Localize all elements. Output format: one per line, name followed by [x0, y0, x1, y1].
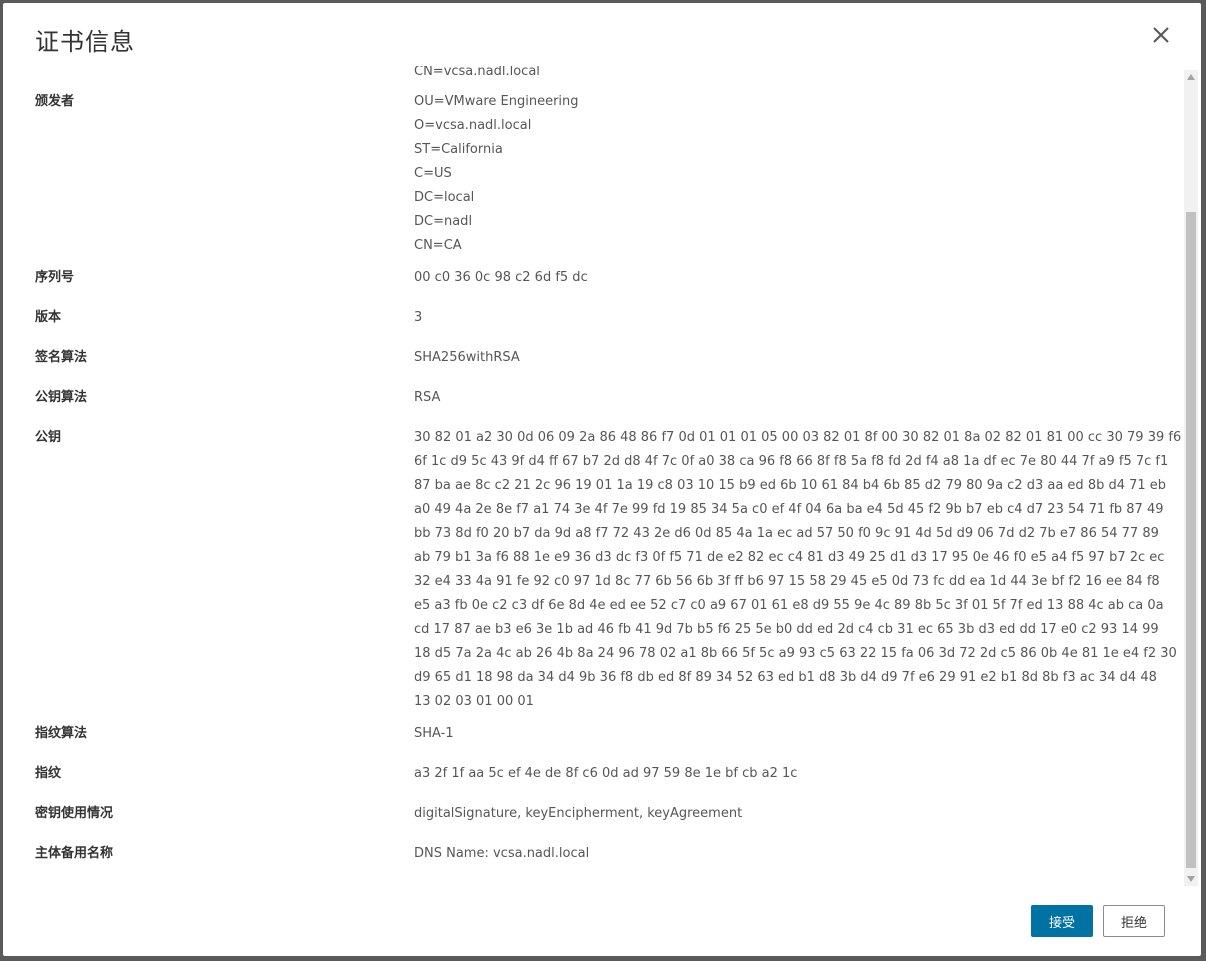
public-key-algorithm-value: RSA [414, 390, 441, 405]
certificate-details[interactable]: CN=vcsa.nadl.local 颁发者 OU=VMware Enginee… [3, 66, 1185, 888]
public-key-line: 18 d5 7a 2a 4c ab 26 4b 8a 24 96 78 02 a… [414, 646, 1177, 661]
issuer-line: ST=California [414, 142, 503, 157]
key-usage-value: digitalSignature, keyEncipherment, keyAg… [414, 806, 743, 821]
dialog-title: 证书信息 [35, 28, 135, 56]
accept-button[interactable]: 接受 [1031, 905, 1093, 937]
public-key-line: cd 17 87 ae b3 e6 3e 1b ad 46 fb 41 9d 7… [414, 622, 1159, 637]
public-key-line: d9 65 d1 18 98 da 34 d4 9b 36 f8 db ed 8… [414, 670, 1157, 685]
issuer-line: DC=local [414, 190, 475, 205]
triangle-up-icon [1187, 74, 1195, 80]
scroll-thumb[interactable] [1186, 212, 1196, 868]
issuer-label: 颁发者 [35, 94, 75, 109]
public-key-line: ab 79 b1 3a f6 88 1e e9 36 d3 dc f3 0f f… [414, 550, 1165, 565]
thumbprint-label: 指纹 [35, 766, 62, 781]
public-key-line: 30 82 01 a2 30 0d 06 09 2a 86 48 86 f7 0… [414, 430, 1182, 445]
public-key-line: 87 ba ae 8c c2 21 2c 96 19 01 1a 19 c8 0… [414, 478, 1167, 493]
public-key-line: 6f 1c d9 5c 43 9f d4 ff 67 b7 2d d8 4f 7… [414, 454, 1169, 469]
issuer-line: OU=VMware Engineering [414, 94, 579, 109]
thumbprint-algorithm-value: SHA-1 [414, 726, 454, 741]
certificate-dialog: 证书信息 CN=vcsa.nadl.local 颁发者 OU=VMware En… [3, 3, 1201, 956]
scroll-down-arrow[interactable] [1184, 872, 1198, 886]
key-usage-label: 密钥使用情况 [35, 806, 114, 821]
close-icon [1153, 27, 1169, 43]
reject-button[interactable]: 拒绝 [1103, 905, 1165, 937]
public-key-line: a0 49 4a 2e 8e f7 a1 74 3e 4f 7e 99 fd 1… [414, 502, 1164, 517]
signature-algorithm-value: SHA256withRSA [414, 350, 520, 365]
signature-algorithm-label: 签名算法 [35, 350, 88, 365]
public-key-line: 13 02 03 01 00 01 [414, 694, 534, 709]
public-key-label: 公钥 [35, 430, 62, 445]
issuer-line: DC=nadl [414, 214, 473, 229]
close-button[interactable] [1149, 23, 1173, 47]
scroll-up-arrow[interactable] [1184, 70, 1198, 84]
issuer-value: OU=VMware Engineering O=vcsa.nadl.local … [414, 90, 1149, 258]
version-value: 3 [414, 310, 423, 325]
public-key-value: 30 82 01 a2 30 0d 06 09 2a 86 48 86 f7 0… [414, 426, 1182, 714]
public-key-line: bb 73 8d f0 20 b7 da 9d a8 f7 72 43 2e d… [414, 526, 1159, 541]
subject-cn-value: CN=vcsa.nadl.local [414, 66, 540, 79]
vertical-scrollbar[interactable] [1184, 70, 1198, 886]
serial-value: 00 c0 36 0c 98 c2 6d f5 dc [414, 270, 588, 285]
public-key-line: e5 a3 fb 0e c2 c3 df 6e 8d 4e ed ee 52 c… [414, 598, 1164, 613]
version-label: 版本 [35, 310, 62, 325]
serial-label: 序列号 [35, 270, 75, 285]
issuer-line: O=vcsa.nadl.local [414, 118, 532, 133]
triangle-down-icon [1187, 876, 1195, 882]
subject-alt-name-value: DNS Name: vcsa.nadl.local [414, 846, 590, 861]
thumbprint-value: a3 2f 1f aa 5c ef 4e de 8f c6 0d ad 97 5… [414, 766, 798, 781]
thumbprint-algorithm-label: 指纹算法 [35, 726, 88, 741]
public-key-algorithm-label: 公钥算法 [35, 390, 88, 405]
issuer-line: CN=CA [414, 238, 462, 253]
subject-alt-name-label: 主体备用名称 [35, 846, 114, 861]
issuer-line: C=US [414, 166, 452, 181]
public-key-line: 32 e4 33 4a 91 fe 92 c0 97 1d 8c 77 6b 5… [414, 574, 1160, 589]
